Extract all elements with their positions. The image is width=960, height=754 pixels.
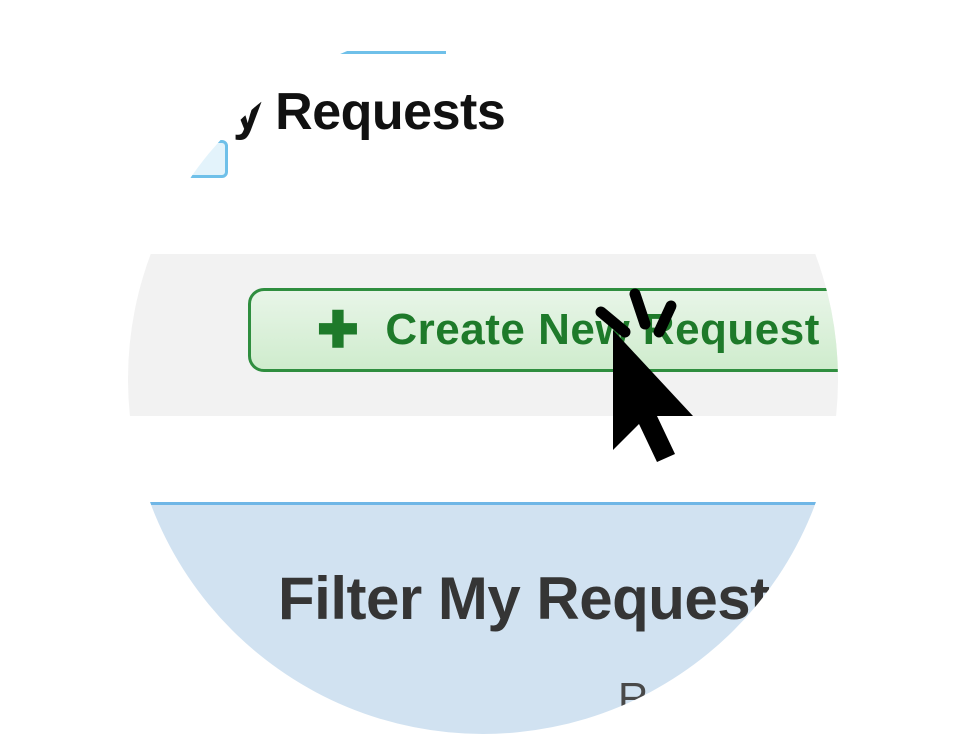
panel-left-border	[146, 54, 149, 174]
filter-sublabel-text: Requ	[618, 674, 718, 721]
plus-icon: ✚	[317, 305, 359, 355]
filter-heading-text: Filter My Requests	[278, 565, 802, 632]
panel-top-border	[146, 24, 446, 54]
filter-sublabel: Requ	[618, 674, 718, 722]
filter-heading: Filter My Requests	[278, 564, 802, 633]
cursor-icon	[583, 282, 723, 472]
content-area: My Requests ✚ Create New Request Filter …	[128, 24, 838, 734]
panel-corner-box	[186, 140, 228, 178]
magnified-view: My Requests ✚ Create New Request Filter …	[128, 24, 838, 734]
create-new-request-button[interactable]: ✚ Create New Request	[248, 288, 838, 372]
page-title-text: My Requests	[190, 83, 505, 141]
page-title: My Requests	[190, 82, 505, 142]
